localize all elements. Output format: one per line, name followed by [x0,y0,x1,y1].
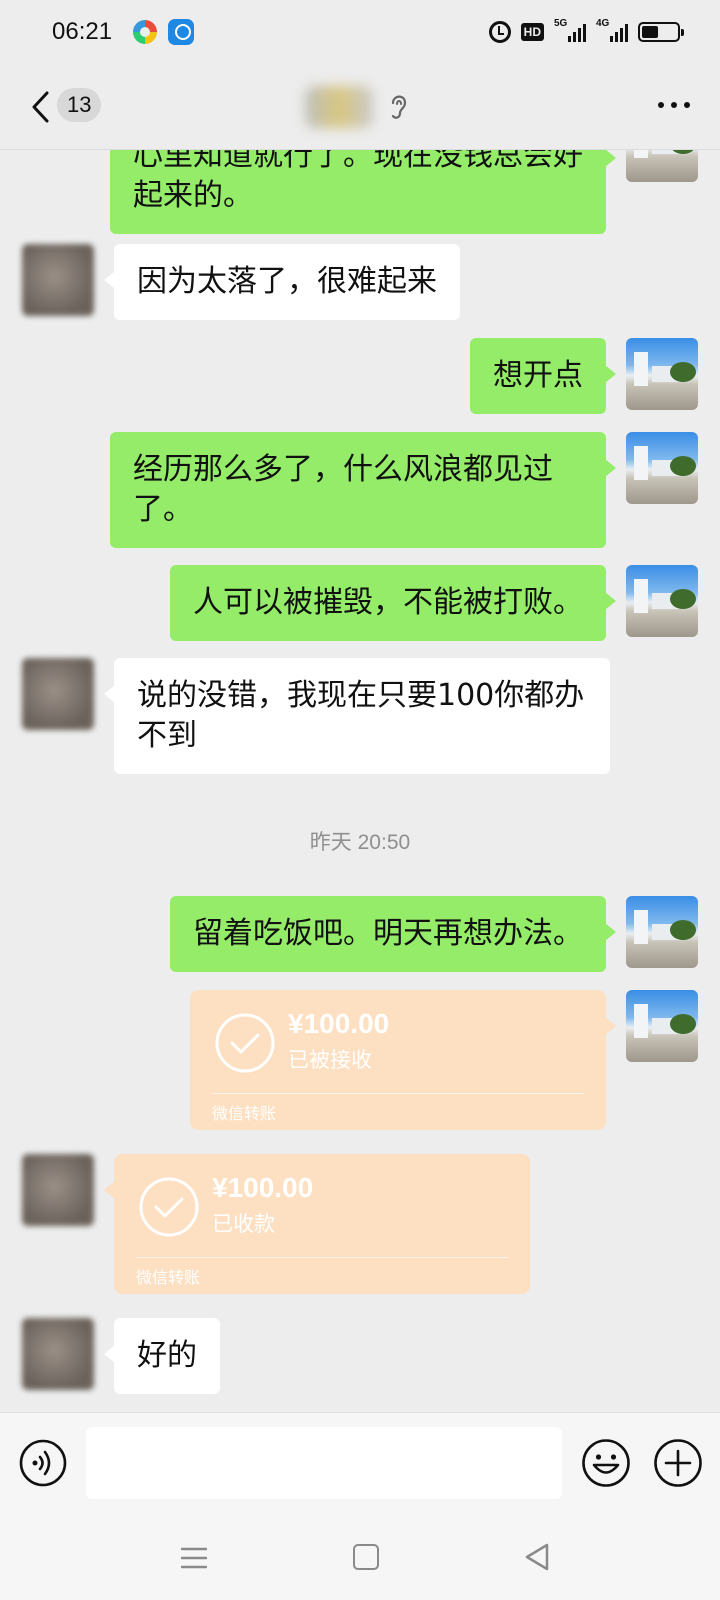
contact-avatar[interactable] [22,1154,94,1226]
message-text: 经历那么多了，什么风浪都见过了。 [133,452,553,527]
input-bar [0,1412,720,1516]
hd-voice-icon: HD [520,23,544,41]
message-bubble-me[interactable]: 经历那么多了，什么风浪都见过了。 [110,432,616,548]
transfer-divider [136,1257,508,1258]
ear-icon [391,95,407,119]
my-avatar[interactable] [626,432,698,504]
alarm-icon [488,21,511,43]
message-bubble-other[interactable]: 因为太落了，很难起来 [104,244,460,320]
message-bubble-me[interactable]: 留着吃饭吧。明天再想办法。 [170,896,616,972]
transfer-status: 已收款 [212,1212,275,1236]
check-circle-icon [215,1013,275,1073]
transfer-amount: ¥100.00 [288,1008,390,1039]
contact-avatar[interactable] [22,658,94,730]
transfer-amount: ¥100.00 [212,1172,314,1203]
transfer-footer: 微信转账 [136,1268,201,1287]
status-time: 06:21 [52,18,113,45]
5g-signal-icon: 5G [554,18,586,42]
message-input[interactable] [86,1427,562,1499]
my-avatar[interactable] [626,565,698,637]
more-icon[interactable] [658,102,690,108]
home-icon[interactable] [353,1544,379,1570]
message-bubble-me[interactable]: 心里知道就行了。现在没钱总会好起来的。 [110,150,616,234]
my-avatar[interactable] [626,150,698,182]
contact-avatar[interactable] [22,244,94,316]
system-nav-bar [0,1516,720,1600]
back-icon[interactable] [30,90,52,124]
message-bubble-other[interactable]: 好的 [104,1318,220,1394]
color-circle-app-icon [133,20,157,44]
chat-messages[interactable]: 心里知道就行了。现在没钱总会好起来的。 因为太落了，很难起来 想开点 经历那么多… [0,150,720,1412]
emoji-icon[interactable] [581,1438,631,1488]
message-text: 想开点 [493,358,583,393]
4g-signal-icon: 4G [596,18,628,42]
blue-app-icon [168,19,194,45]
unread-count-badge[interactable]: 13 [57,88,102,122]
my-avatar[interactable] [626,896,698,968]
transfer-card-sent[interactable]: ¥100.00 已被接收 微信转账 [190,990,616,1130]
status-bar: 06:21 HD 5G 4G [0,0,720,64]
battery-icon [638,22,684,42]
chat-header: 13 [0,64,720,150]
transfer-divider [212,1093,584,1094]
transfer-footer: 微信转账 [212,1104,277,1123]
my-avatar[interactable] [626,990,698,1062]
message-bubble-me[interactable]: 人可以被摧毁，不能被打败。 [170,565,616,641]
back-triangle-icon[interactable] [524,1542,550,1572]
status-icons: HD 5G 4G [488,18,684,46]
contact-avatar[interactable] [22,1318,94,1390]
my-avatar[interactable] [626,338,698,410]
message-text: 人可以被摧毁，不能被打败。 [193,585,583,620]
message-text: 说的没错，我现在只要100你都办不到 [137,678,585,753]
voice-icon[interactable] [19,1439,67,1487]
message-text: 留着吃饭吧。明天再想办法。 [193,916,583,951]
message-bubble-other[interactable]: 说的没错，我现在只要100你都办不到 [104,658,610,774]
check-circle-icon [139,1177,199,1237]
contact-name-blurred[interactable] [305,86,373,128]
plus-icon[interactable] [653,1438,703,1488]
transfer-status: 已被接收 [288,1048,372,1072]
message-text: 好的 [137,1338,197,1373]
menu-icon[interactable] [181,1546,207,1570]
message-text: 心里知道就行了。现在没钱总会好起来的。 [133,150,583,213]
message-text: 因为太落了，很难起来 [137,264,437,299]
message-timestamp: 昨天 20:50 [309,831,411,854]
transfer-card-received[interactable]: ¥100.00 已收款 微信转账 [104,1154,530,1294]
message-bubble-me[interactable]: 想开点 [470,338,616,414]
